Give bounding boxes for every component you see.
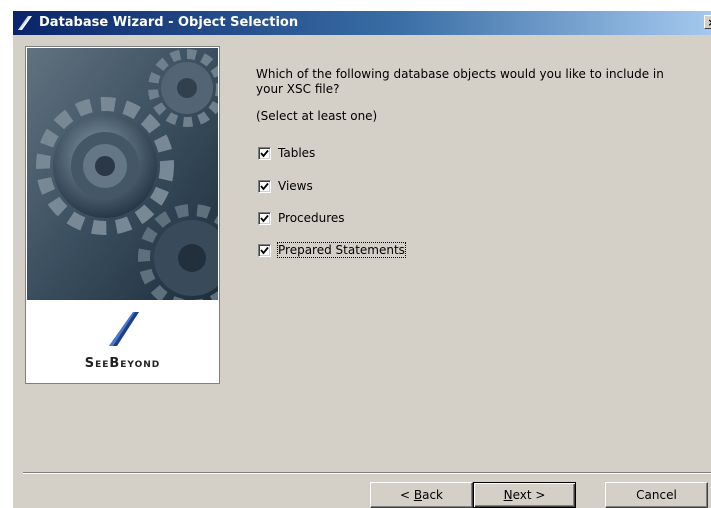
logo-text: SeeBeyond — [84, 356, 161, 371]
checkbox-label: Views — [278, 179, 313, 193]
checkbox-tables[interactable]: Tables — [258, 145, 315, 161]
checkmark-icon — [260, 149, 269, 157]
back-mnemonic: B — [413, 488, 423, 502]
hint-text: (Select at least one) — [256, 109, 378, 123]
seebeyond-logo-icon — [109, 312, 139, 346]
cancel-button[interactable]: Cancel — [605, 482, 708, 508]
checkmark-icon — [260, 182, 269, 190]
checkbox-box[interactable] — [258, 179, 271, 193]
title-bar[interactable]: Database Wizard - Object Selection × — [13, 11, 711, 35]
next-button[interactable]: Next > — [473, 482, 576, 508]
window-title: Database Wizard - Object Selection — [39, 15, 299, 30]
button-separator — [23, 472, 711, 474]
checkbox-box[interactable] — [258, 146, 271, 160]
checkbox-views[interactable]: Views — [258, 178, 313, 194]
close-button[interactable]: × — [704, 15, 711, 29]
wizard-side-panel: SeeBeyond — [25, 46, 220, 384]
next-rest: ext > — [512, 488, 546, 502]
next-mnemonic: N — [503, 488, 513, 502]
checkmark-icon — [260, 214, 269, 222]
seebeyond-logo: SeeBeyond — [27, 302, 218, 382]
checkbox-label: Procedures — [278, 211, 345, 225]
checkmark-icon — [260, 246, 269, 254]
close-icon: × — [707, 16, 711, 29]
checkbox-box[interactable] — [258, 211, 271, 225]
checkbox-procedures[interactable]: Procedures — [258, 210, 345, 226]
wizard-window: Database Wizard - Object Selection × — [12, 10, 711, 508]
back-prefix: < — [399, 488, 414, 502]
checkbox-prepared-statements[interactable]: Prepared Statements — [258, 242, 406, 258]
back-button[interactable]: < Back — [370, 482, 473, 508]
question-text: Which of the following database objects … — [256, 67, 664, 96]
checkbox-box[interactable] — [258, 243, 271, 257]
checkbox-label: Prepared Statements — [277, 242, 406, 258]
wizard-slash-icon — [18, 16, 32, 30]
gears-image — [27, 48, 218, 300]
back-rest: ack — [422, 488, 443, 502]
checkbox-label: Tables — [278, 146, 316, 160]
